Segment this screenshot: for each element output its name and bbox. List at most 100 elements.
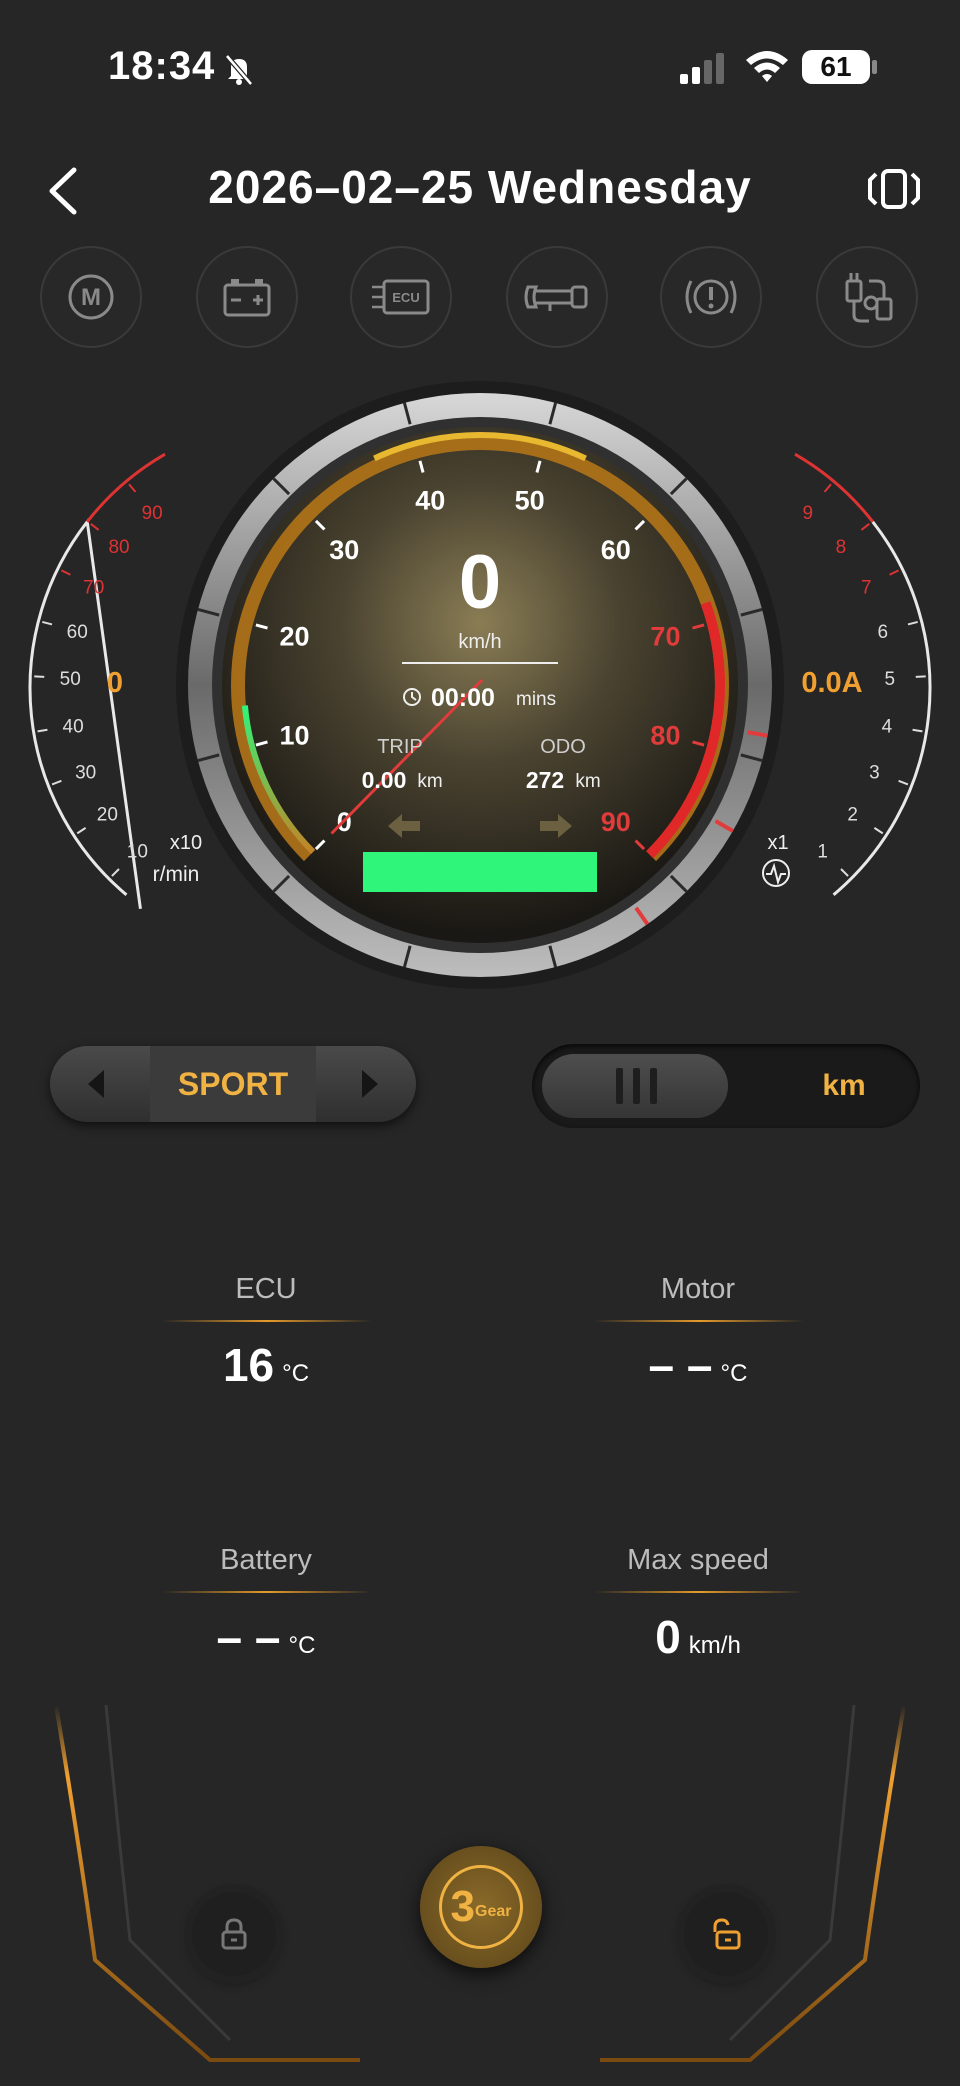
motor-temp-number: – – [648,1339,713,1391]
wifi-icon [746,51,788,82]
horn-button[interactable] [506,246,608,348]
side-tick-mark [873,827,884,835]
ecu-temp-label: ECU [235,1273,297,1305]
side-tick-mark [907,620,918,626]
speed-tick-label: 30 [329,535,359,565]
status-time: 18:34 [108,44,216,88]
battery-temp-unit: °C [288,1632,316,1659]
side-tick-label: 6 [878,622,889,643]
lock-icon [221,1918,247,1950]
rpm-multiplier: x10 [170,832,202,854]
motor-temp-label: Motor [660,1273,736,1305]
battery-divider [162,1591,372,1593]
current-value: 0.0A [801,667,862,699]
side-tick-mark [860,522,870,531]
battery-tip [872,60,877,74]
speed-tick-label: 80 [650,721,680,751]
battery-temp-label: Battery [220,1544,312,1576]
gear-button[interactable]: 3 Gear [420,1846,542,1968]
battery-level: 61 [802,50,870,84]
side-tick-label: 5 [884,669,895,690]
ride-mode-selector: SPORT [50,1046,416,1122]
side-tick-label: 2 [847,805,858,826]
gauge-cluster: 102030405060708090 123456789 01020304050… [28,381,932,989]
speed-tick-label: 90 [601,807,631,837]
side-tick-label: 8 [836,537,847,558]
rpm-value: 0 [107,667,123,699]
odo-unit: km [575,771,600,792]
unit-toggle[interactable]: km [532,1044,920,1128]
battery-status-button[interactable] [196,246,298,348]
battery-temp-number: – – [216,1611,281,1663]
odo-value: 272 [526,767,564,793]
silent-bell-icon [225,54,253,86]
side-tick-label: 4 [882,716,893,737]
side-tick-mark [840,868,849,877]
side-tick-label: 9 [803,503,814,524]
trip-label: TRIP [377,736,423,758]
speed-tick-label: 60 [601,535,631,565]
side-tick-mark [76,827,87,835]
side-tick-mark [111,868,120,877]
side-tick-label: 80 [108,537,129,558]
cellular-signal-icon [680,53,724,84]
speed-tick-label: 70 [650,621,680,651]
mode-next-icon[interactable] [360,1068,380,1100]
ride-time-unit: mins [516,689,556,710]
side-tick-label: 50 [60,669,81,690]
side-tick-mark [37,728,48,733]
speed-tick-label: 50 [515,486,545,516]
trip-value: 0.00 [362,767,407,793]
speed-tick-label: 40 [415,486,445,516]
gear-label: Gear [475,1903,512,1920]
unit-toggle-knob[interactable] [542,1054,728,1118]
page-title: 2026–02–25 Wednesday [208,161,752,213]
side-tick-mark [898,779,909,786]
side-tick-mark [42,620,53,626]
ride-time: 00:00 [431,684,495,712]
brake-warning-button[interactable] [660,246,762,348]
side-tick-label: 40 [63,716,84,737]
side-tick-label: 1 [817,842,828,863]
lock-button[interactable] [192,1892,276,1976]
side-tick-mark [51,779,62,786]
side-tick-label: 3 [869,762,880,783]
horn-icon [524,285,588,311]
charger-button[interactable] [816,246,918,348]
side-tick-label: 20 [97,805,118,826]
back-icon[interactable] [46,166,80,216]
gear-number: 3 [450,1882,475,1931]
vibrate-icon[interactable] [866,168,922,210]
current-multiplier: x1 [767,832,788,854]
unlock-button[interactable] [684,1892,768,1976]
battery-icon [223,279,271,317]
speed-tick-label: 10 [280,721,310,751]
max-speed-label: Max speed [627,1544,769,1576]
speed-unit: km/h [458,631,501,653]
max-speed-value: 0 km/h [548,1610,848,1664]
side-tick-label: 70 [83,577,104,598]
side-tick-mark [912,728,923,733]
mode-prev-icon[interactable] [86,1068,106,1100]
brake-warning-icon [685,279,737,315]
motor-icon: M [68,274,114,320]
motor-temp-unit: °C [720,1360,748,1387]
ecu-button[interactable]: ECU [350,246,452,348]
ecu-divider [162,1320,372,1322]
motor-pulse-icon [762,859,790,887]
motor-temp-value: – – °C [548,1338,848,1392]
side-tick-label: 30 [75,762,96,783]
side-tick-label: 60 [67,622,88,643]
motor-button[interactable]: M [40,246,142,348]
ecu-temp-unit: °C [282,1360,310,1387]
trip-unit: km [417,771,442,792]
ecu-temp-number: 16 [222,1339,275,1391]
battery-temp-value: – – °C [116,1610,416,1664]
max-speed-number: 0 [655,1611,681,1663]
status-indicator-bar [363,852,597,892]
ecu-icon: ECU [372,279,430,315]
ecu-temp-value: 16 °C [116,1338,416,1392]
motor-divider [594,1320,804,1322]
side-tick-mark [90,522,100,531]
side-tick-label: 90 [142,503,163,524]
